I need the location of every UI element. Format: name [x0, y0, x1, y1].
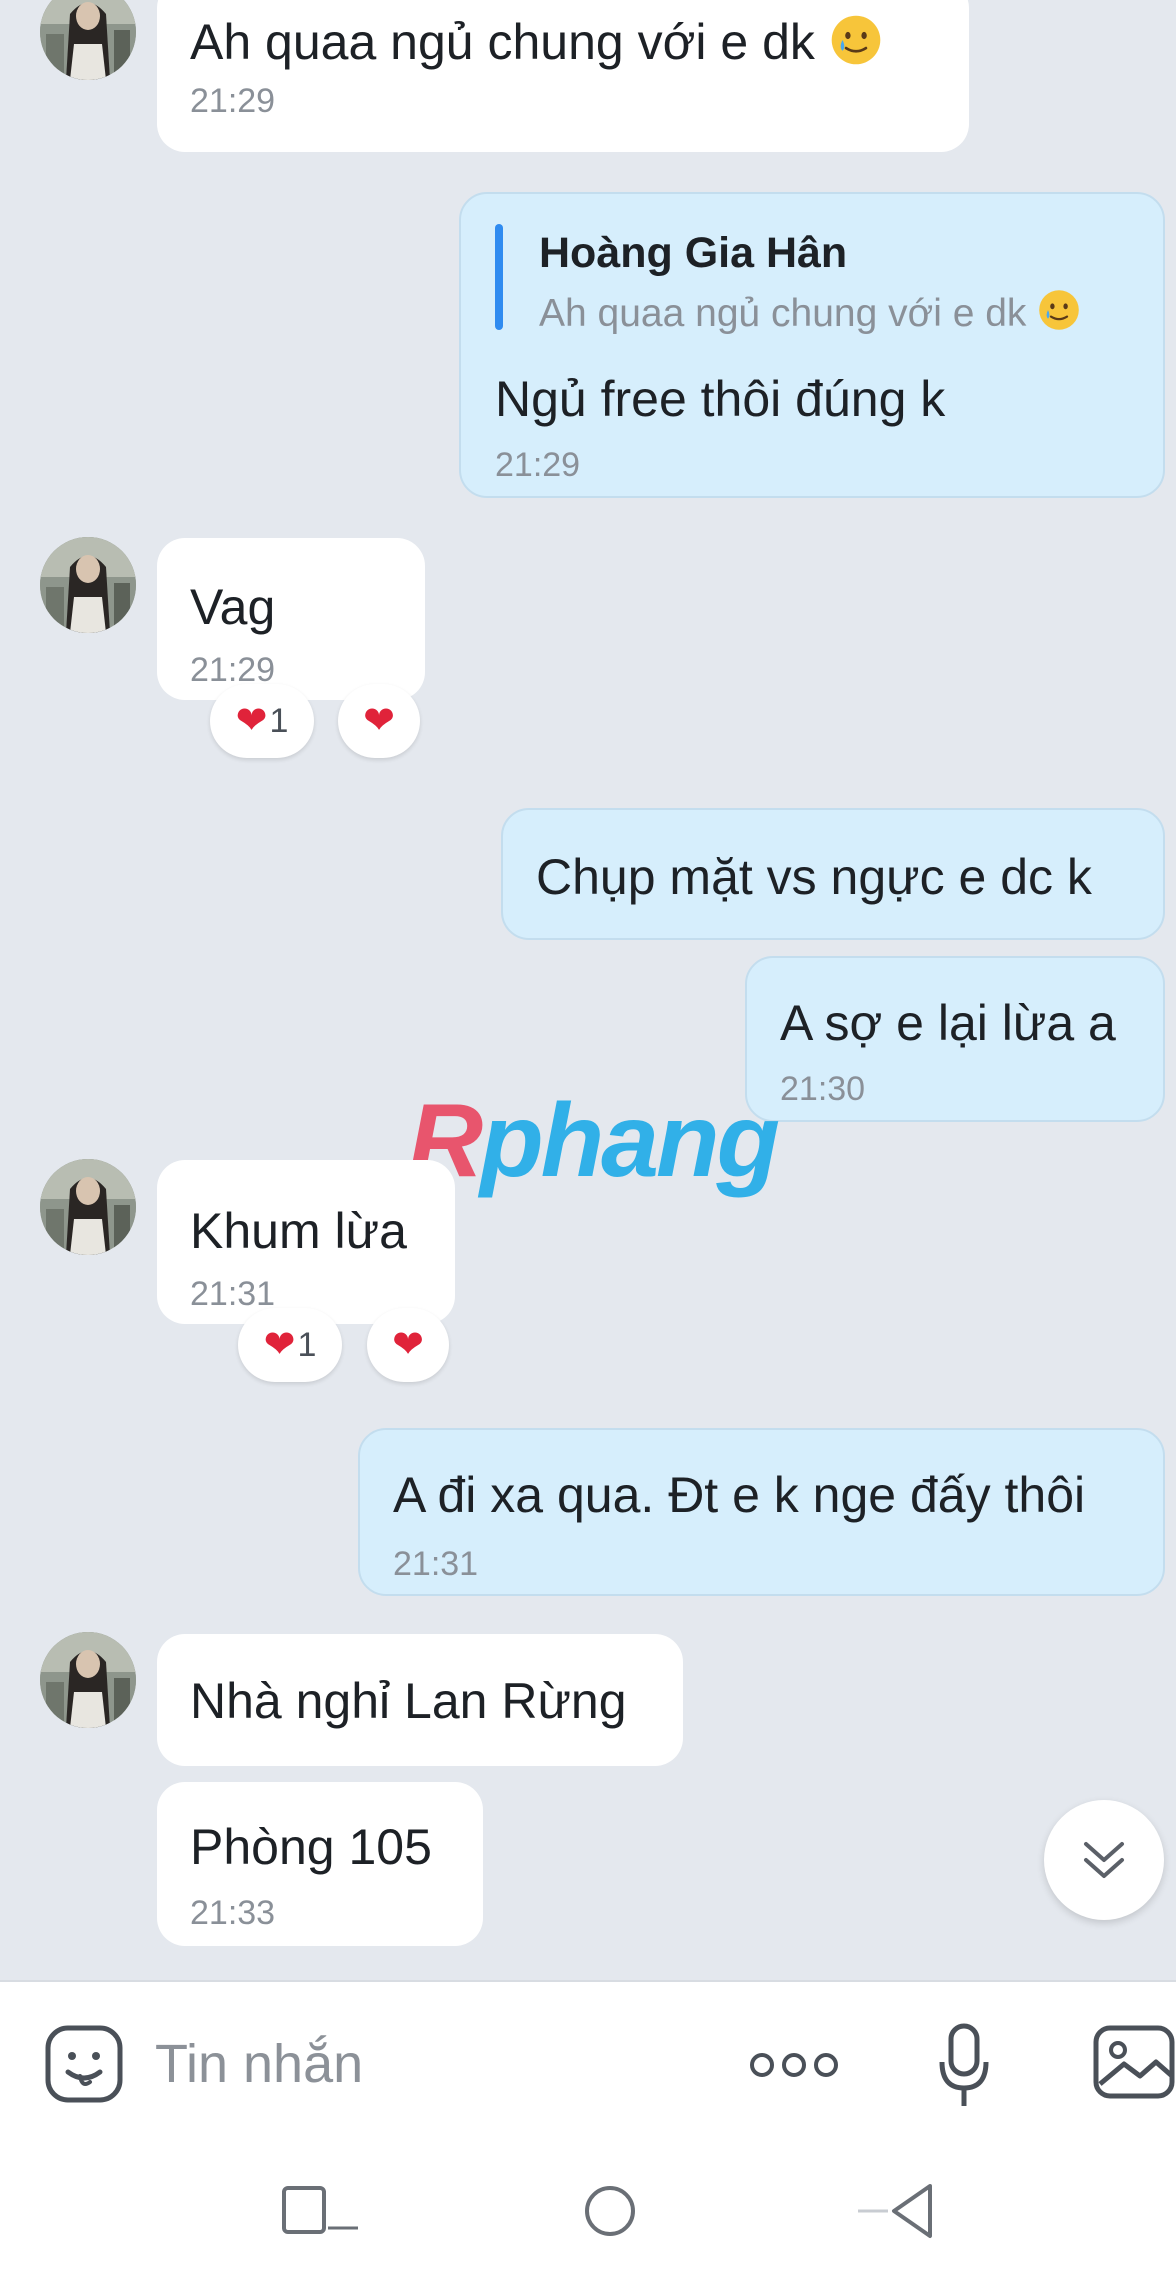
outgoing-message-bubble[interactable]: A sợ e lại lừa a 21:30: [745, 956, 1165, 1122]
microphone-icon: [939, 2023, 989, 2106]
sticker-icon: [45, 2025, 123, 2103]
back-button[interactable]: [852, 2180, 936, 2242]
image-icon: [1093, 2025, 1175, 2099]
tearful-smile-emoji-icon: [829, 13, 883, 67]
message-text: Khum lừa: [190, 1203, 407, 1259]
more-options-button[interactable]: [748, 2040, 840, 2090]
chevron-double-down-icon: [1084, 1842, 1124, 1878]
incoming-message-bubble[interactable]: Nhà nghỉ Lan Rừng: [157, 1634, 683, 1766]
message-time: 21:31: [393, 1545, 479, 1583]
message-text: Vag: [190, 579, 276, 635]
heart-icon: ❤: [263, 1324, 296, 1366]
message-time: 21:33: [190, 1894, 276, 1932]
chat-area[interactable]: Ah quaa ngủ chung với e dk 21:29 Hoàng G…: [0, 0, 1176, 1980]
add-reaction-button[interactable]: ❤: [367, 1308, 449, 1382]
home-icon: [585, 2186, 635, 2236]
voice-record-button[interactable]: [934, 2020, 994, 2112]
message-text: Nhà nghỉ Lan Rừng: [190, 1673, 627, 1729]
quote-sender-name: Hoàng Gia Hân: [539, 229, 848, 277]
add-reaction-button[interactable]: ❤: [338, 684, 420, 758]
contact-avatar[interactable]: [40, 537, 136, 633]
home-button[interactable]: [582, 2183, 638, 2239]
heart-icon: ❤: [235, 700, 268, 742]
message-time: 21:29: [190, 82, 276, 120]
message-time: 21:29: [495, 446, 581, 484]
incoming-message-bubble[interactable]: Ah quaa ngủ chung với e dk 21:29: [157, 0, 969, 152]
reaction-count: 1: [297, 1325, 317, 1364]
message-text: Ah quaa ngủ chung với e dk: [190, 13, 883, 71]
more-dots-icon: [750, 2053, 838, 2077]
recent-apps-button[interactable]: [280, 2182, 368, 2242]
outgoing-message-bubble[interactable]: A đi xa qua. Đt e k nge đấy thôi 21:31: [358, 1428, 1165, 1596]
send-image-button[interactable]: [1092, 2024, 1176, 2100]
reaction-count: 1: [269, 701, 289, 740]
outgoing-reply-bubble[interactable]: Hoàng Gia Hân Ah quaa ngủ chung với e dk…: [459, 192, 1165, 498]
quote-accent-bar: [495, 224, 503, 330]
message-text: Phòng 105: [190, 1819, 432, 1875]
message-text: A sợ e lại lừa a: [780, 995, 1116, 1051]
quote-text: Ah quaa ngủ chung với e dk: [539, 288, 1081, 336]
message-input[interactable]: Tin nhắn: [155, 2033, 363, 2095]
message-text: A đi xa qua. Đt e k nge đấy thôi: [393, 1467, 1086, 1523]
outgoing-message-bubble[interactable]: Chụp mặt vs ngực e dc k: [501, 808, 1165, 940]
message-text: Chụp mặt vs ngực e dc k: [536, 849, 1092, 905]
message-time: 21:31: [190, 1275, 276, 1313]
contact-avatar[interactable]: [40, 0, 136, 80]
contact-avatar[interactable]: [40, 1159, 136, 1255]
recent-apps-icon: [282, 2186, 358, 2234]
heart-icon: ❤: [363, 700, 395, 742]
message-time: 21:30: [780, 1070, 866, 1108]
heart-icon: ❤: [392, 1324, 424, 1366]
back-icon: [858, 2184, 932, 2238]
tearful-smile-emoji-icon: [1037, 288, 1081, 332]
watermark-logo: Rphang: [408, 1083, 780, 1199]
scroll-to-bottom-button[interactable]: [1044, 1800, 1164, 1920]
incoming-message-bubble[interactable]: Khum lừa 21:31: [157, 1160, 455, 1324]
sticker-button[interactable]: [44, 2024, 124, 2104]
message-text: Ngủ free thôi đúng k: [495, 371, 946, 427]
reaction-summary[interactable]: ❤ 1: [238, 1308, 342, 1382]
contact-avatar[interactable]: [40, 1632, 136, 1728]
incoming-message-bubble[interactable]: Phòng 105 21:33: [157, 1782, 483, 1946]
incoming-message-bubble[interactable]: Vag 21:29: [157, 538, 425, 700]
reaction-summary[interactable]: ❤ 1: [210, 684, 314, 758]
